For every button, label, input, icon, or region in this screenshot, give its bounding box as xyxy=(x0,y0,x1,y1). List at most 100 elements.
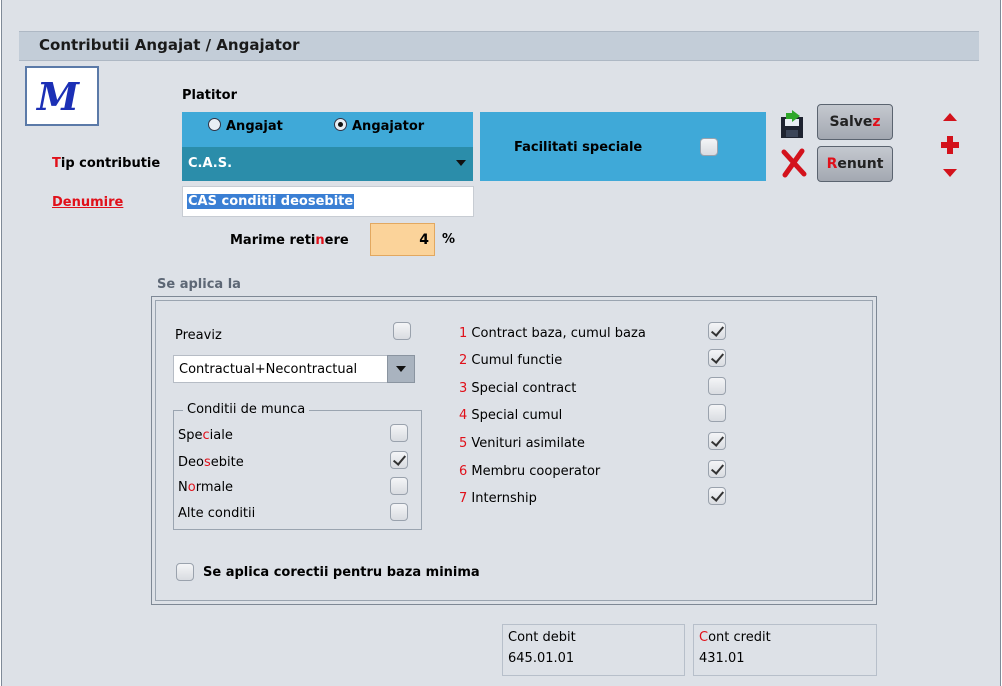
tip-contract-1: 1 Contract baza, cumul baza xyxy=(459,326,646,341)
tip-contract-1-checkbox[interactable] xyxy=(708,322,726,340)
preaviz-type-select[interactable]: Contractual+Necontractual xyxy=(173,355,415,383)
preaviz-checkbox[interactable] xyxy=(393,322,411,340)
conditie-speciale-label: Speciale xyxy=(178,428,233,443)
marime-retinere-label: Marime retinere xyxy=(230,233,349,248)
platitor-label: Platitor xyxy=(182,88,237,103)
text-part: Alte conditii xyxy=(178,506,256,521)
text-part: Deo xyxy=(178,455,204,470)
item-label: Venituri asimilate xyxy=(471,436,585,451)
cont-debit-box: Cont debit 645.01.01 xyxy=(502,624,685,676)
tip-contributie-value: C.A.S. xyxy=(188,156,233,171)
text-part: N xyxy=(178,480,188,495)
denumire-label: Denumire xyxy=(52,195,124,210)
radio-angajator[interactable]: Angajator xyxy=(334,118,424,134)
item-number: 3 xyxy=(459,381,468,396)
facilitati-checkbox[interactable] xyxy=(700,138,718,156)
item-number: 4 xyxy=(459,408,468,423)
tip-contract-5-checkbox[interactable] xyxy=(708,432,726,450)
tip-contract-4: 4 Special cumul xyxy=(459,408,562,423)
cont-credit-box: Cont credit 431.01 xyxy=(693,624,877,676)
denumire-input[interactable]: CAS conditii deosebite xyxy=(182,186,474,217)
marime-label-a: Marime reti xyxy=(230,233,316,248)
hotkey: s xyxy=(203,455,211,470)
hotkey: c xyxy=(202,428,210,443)
preaviz-label: Preaviz xyxy=(175,328,222,343)
chevron-down-icon xyxy=(396,366,406,372)
save-button[interactable]: Salvez xyxy=(817,104,893,140)
conditii-title: Conditii de munca xyxy=(183,402,310,417)
tip-contract-6: 6 Membru cooperator xyxy=(459,464,600,479)
conditie-normale-checkbox[interactable] xyxy=(390,477,408,495)
item-label: Special contract xyxy=(471,381,577,396)
cont-credit-label-rest: ont credit xyxy=(708,630,771,645)
item-label: Cumul functie xyxy=(471,353,563,368)
se-aplica-title: Se aplica la xyxy=(157,277,241,292)
corectii-checkbox[interactable] xyxy=(176,563,194,581)
arrow-down-icon[interactable] xyxy=(943,169,957,177)
facilitati-panel: Facilitati speciale xyxy=(480,112,766,181)
select-arrow-button[interactable] xyxy=(387,355,415,383)
tip-contract-3: 3 Special contract xyxy=(459,381,576,396)
conditie-speciale-checkbox[interactable] xyxy=(390,424,408,442)
marime-value: 4 xyxy=(419,232,429,248)
window-title: Contributii Angajat / Angajator xyxy=(39,36,300,54)
cancel-label: enunt xyxy=(837,156,884,172)
cont-debit-value: 645.01.01 xyxy=(508,651,575,666)
cont-credit-hotkey: C xyxy=(699,630,709,645)
facilitati-label: Facilitati speciale xyxy=(514,140,643,155)
arrow-up-icon[interactable] xyxy=(943,113,957,121)
radio-angajat[interactable]: Angajat xyxy=(208,118,283,134)
tip-contributie-label: Tip contributie xyxy=(52,156,160,171)
conditie-deosebite-checkbox[interactable] xyxy=(390,451,408,469)
corectii-label: Se aplica corectii pentru baza minima xyxy=(203,565,480,580)
conditie-alte-checkbox[interactable] xyxy=(390,503,408,521)
marime-retinere-input[interactable]: 4 xyxy=(370,223,435,256)
save-disk-icon[interactable] xyxy=(778,110,808,140)
percent-unit: % xyxy=(442,232,456,247)
marime-label-c: ere xyxy=(324,233,349,248)
cancel-x-icon[interactable] xyxy=(780,148,808,178)
cont-credit-value: 431.01 xyxy=(699,651,745,666)
tip-contract-2-checkbox[interactable] xyxy=(708,349,726,367)
radio-circle-icon[interactable] xyxy=(208,118,221,131)
item-number: 6 xyxy=(459,464,468,479)
tip-contract-2: 2 Cumul functie xyxy=(459,353,562,368)
marime-label-hotkey: n xyxy=(315,233,325,248)
denumire-value: CAS conditii deosebite xyxy=(187,194,355,209)
tip-contract-3-checkbox[interactable] xyxy=(708,377,726,395)
item-number: 1 xyxy=(459,326,468,341)
tip-contributie-label-rest: ip contributie xyxy=(60,156,161,171)
radio-angajator-label: Angajator xyxy=(352,119,425,134)
conditie-alte-label: Alte conditii xyxy=(178,506,255,521)
text-part: rmale xyxy=(195,480,234,495)
item-number: 7 xyxy=(459,491,468,506)
save-hotkey: z xyxy=(872,114,881,130)
tip-contract-7: 7 Internship xyxy=(459,491,537,506)
radio-circle-selected-icon[interactable] xyxy=(334,118,347,131)
logo-text: M xyxy=(37,74,79,119)
tip-contract-6-checkbox[interactable] xyxy=(708,460,726,478)
tip-contributie-select[interactable]: C.A.S. xyxy=(182,147,473,181)
title-bar: Contributii Angajat / Angajator xyxy=(19,31,979,61)
cancel-button[interactable]: Renunt xyxy=(817,146,893,182)
tip-contributie-hotkey: T xyxy=(52,156,61,171)
add-plus-icon[interactable] xyxy=(941,136,959,154)
text-part: ebite xyxy=(210,455,244,470)
cont-debit-label: Cont debit xyxy=(508,630,576,645)
item-label: Contract baza, cumul baza xyxy=(471,326,646,341)
text-part: iale xyxy=(209,428,233,443)
conditie-normale-label: Normale xyxy=(178,480,233,495)
hotkey: o xyxy=(187,480,196,495)
tip-contract-7-checkbox[interactable] xyxy=(708,487,726,505)
chevron-down-icon[interactable] xyxy=(456,160,466,166)
tip-contract-5: 5 Venituri asimilate xyxy=(459,436,585,451)
cancel-hotkey: R xyxy=(826,156,838,172)
conditie-deosebite-label: Deosebite xyxy=(178,455,244,470)
record-navigator xyxy=(941,113,959,177)
item-label: Membru cooperator xyxy=(471,464,601,479)
item-label: Special cumul xyxy=(471,408,563,423)
item-number: 2 xyxy=(459,353,468,368)
text-part: Spe xyxy=(178,428,203,443)
preaviz-type-value: Contractual+Necontractual xyxy=(179,362,358,377)
tip-contract-4-checkbox[interactable] xyxy=(708,404,726,422)
